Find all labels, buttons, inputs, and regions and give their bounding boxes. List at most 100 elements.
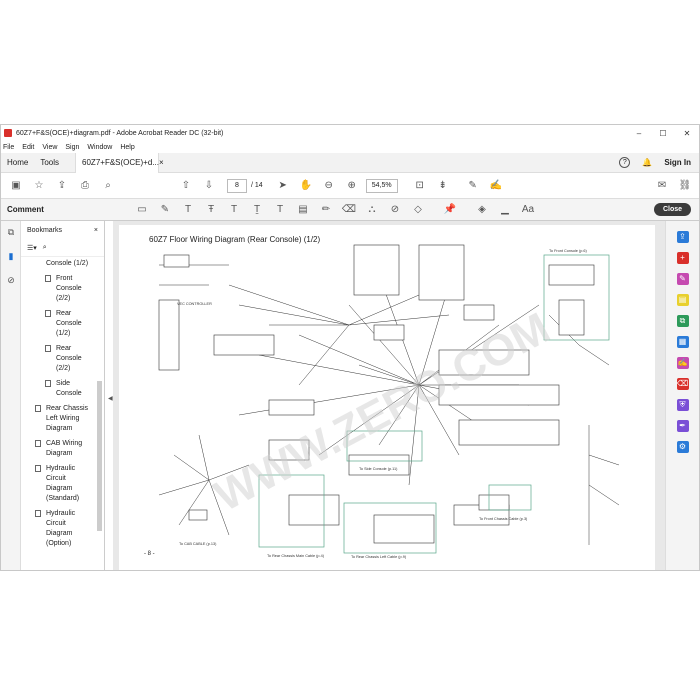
scroll-mode-icon[interactable]: ⇟	[435, 178, 451, 194]
sign-pen-icon[interactable]: ✍	[488, 178, 504, 194]
attachments-icon[interactable]: ⊘	[5, 275, 17, 287]
title-bar: 60Z7+F&S(OCE)+diagram.pdf - Adobe Acroba…	[1, 125, 699, 141]
send-for-signature-icon[interactable]: ✒	[676, 420, 689, 432]
close-comment-button[interactable]: Close	[653, 203, 691, 216]
bookmarks-panel-icon[interactable]: ▮	[5, 251, 17, 263]
maximize-button[interactable]: ☐	[651, 129, 675, 138]
bookmark-page-icon	[35, 405, 41, 412]
select-cursor-icon[interactable]: ➤	[275, 178, 291, 194]
redact-icon[interactable]: ⌫	[676, 378, 689, 390]
bookmark-label: Side Console	[56, 380, 82, 397]
combine-files-icon[interactable]: ⧉	[676, 315, 689, 327]
bookmark-page-icon	[35, 440, 41, 447]
left-navigation-rail: ⧉ ▮ ⊘	[1, 221, 21, 570]
bookmark-item[interactable]: Rear Chassis Left Wiring Diagram	[21, 404, 104, 434]
edit-pdf-icon[interactable]: ✎	[676, 273, 689, 285]
bookmark-item[interactable]: Side Console	[21, 379, 104, 399]
add-text-comment-icon[interactable]: T	[272, 202, 288, 218]
eraser-icon[interactable]: ⌫	[341, 202, 357, 218]
replace-text-icon[interactable]: T	[226, 202, 242, 218]
shapes-icon[interactable]: ◇	[410, 202, 426, 218]
insert-text-icon[interactable]: Ṯ	[249, 202, 265, 218]
hand-tool-icon[interactable]: ✋	[298, 178, 314, 194]
search-icon[interactable]: ⌕	[100, 178, 116, 194]
attach-file-icon[interactable]: ⊘	[387, 202, 403, 218]
tab-bar-right: ? 🔔 Sign In	[619, 157, 699, 168]
save-icon[interactable]: ▣	[8, 178, 24, 194]
menu-view[interactable]: View	[42, 144, 57, 151]
menu-edit[interactable]: Edit	[22, 144, 34, 151]
bookmark-options-icon[interactable]: ☰▾	[27, 244, 37, 252]
tab-home[interactable]: Home	[1, 153, 34, 173]
bookmark-item[interactable]: CAB Wiring Diagram	[21, 439, 104, 459]
cab-cable-label: To CAB CABLE (p.13)	[179, 542, 217, 546]
menu-window[interactable]: Window	[87, 144, 112, 151]
acrobat-window: 60Z7+F&S(OCE)+diagram.pdf - Adobe Acroba…	[0, 124, 700, 571]
export-pdf-icon[interactable]: ⇪	[676, 231, 689, 243]
comment-tool-icon[interactable]: ✎	[465, 178, 481, 194]
menu-help[interactable]: Help	[120, 144, 134, 151]
window-title: 60Z7+F&S(OCE)+diagram.pdf - Adobe Acroba…	[16, 129, 224, 137]
email-icon[interactable]: ✉	[654, 178, 670, 194]
menu-sign[interactable]: Sign	[65, 144, 79, 151]
bookmark-star-icon[interactable]: ☆	[31, 178, 47, 194]
protect-icon[interactable]: ⛨	[676, 399, 689, 411]
tab-close-icon[interactable]: ×	[159, 158, 164, 167]
bookmarks-close-icon[interactable]: ×	[94, 227, 98, 234]
strikethrough-text-icon[interactable]: Ŧ	[203, 202, 219, 218]
page-number-input[interactable]: 8	[227, 178, 247, 193]
collapse-panel-arrow-icon[interactable]: ◀	[108, 395, 113, 402]
upload-cloud-icon[interactable]: ⇪	[54, 178, 70, 194]
pin-icon[interactable]: 📌	[442, 202, 458, 218]
sign-in-button[interactable]: Sign In	[664, 158, 691, 167]
bookmark-label: Rear Chassis Left Wiring Diagram	[46, 405, 89, 432]
tab-document-label: 60Z7+F&S(OCE)+d...	[82, 158, 159, 167]
draw-pencil-icon[interactable]: ✏	[318, 202, 334, 218]
underline-text-icon[interactable]: T	[180, 202, 196, 218]
bookmark-item[interactable]: Hydraulic Circuit Diagram (Standard)	[21, 464, 104, 504]
fit-page-icon[interactable]: ⊡	[412, 178, 428, 194]
line-color-icon[interactable]: ▁	[497, 202, 513, 218]
more-tools-icon[interactable]: ⚙	[676, 441, 689, 453]
bookmark-label: Console (1/2)	[46, 260, 89, 267]
menu-bar: File Edit View Sign Window Help	[1, 141, 135, 153]
sticky-note-icon[interactable]: ▭	[134, 202, 150, 218]
font-size-icon[interactable]: Aa	[520, 202, 536, 218]
organize-pages-icon[interactable]: ▦	[676, 336, 689, 348]
page-number-footer: - 8 -	[144, 551, 155, 557]
create-pdf-icon[interactable]: +	[676, 252, 689, 264]
print-icon[interactable]: ⎙	[77, 178, 93, 194]
notification-bell-icon[interactable]: 🔔	[642, 158, 652, 167]
document-view[interactable]: 60Z7 Floor Wiring Diagram (Rear Console)…	[113, 221, 665, 570]
next-page-icon[interactable]: ⇩	[201, 178, 217, 194]
fill-sign-icon[interactable]: ✍	[676, 357, 689, 369]
bookmark-item[interactable]: Rear Console (1/2)	[21, 309, 104, 339]
bookmark-item[interactable]: Hydraulic Circuit Diagram (Option)	[21, 509, 104, 549]
color-fill-icon[interactable]: ◈	[474, 202, 490, 218]
bookmarks-scrollbar[interactable]	[97, 381, 102, 531]
bookmark-page-icon	[45, 380, 51, 387]
menu-file[interactable]: File	[3, 144, 14, 151]
pdf-page: 60Z7 Floor Wiring Diagram (Rear Console)…	[119, 225, 655, 570]
minimize-button[interactable]: –	[627, 129, 651, 138]
zoom-out-icon[interactable]: ⊖	[321, 178, 337, 194]
link-icon[interactable]: ⛓	[677, 178, 693, 194]
help-icon[interactable]: ?	[619, 157, 631, 168]
zoom-in-icon[interactable]: ⊕	[344, 178, 360, 194]
tab-document[interactable]: 60Z7+F&S(OCE)+d... ×	[75, 152, 164, 173]
bookmark-search-icon[interactable]: ⌕	[43, 244, 47, 252]
bookmark-item[interactable]: Rear Console (2/2)	[21, 344, 104, 374]
highlight-text-icon[interactable]: ✎	[157, 202, 173, 218]
stamp-icon[interactable]: ⛬	[364, 202, 380, 218]
text-box-icon[interactable]: ▤	[295, 202, 311, 218]
comment-toolbar: Comment ▭ ✎ T Ŧ T Ṯ T ▤ ✏ ⌫ ⛬ ⊘ ◇ 📌 ◈ ▁ …	[1, 199, 699, 221]
front-console-label: To Front Console (p.6)	[549, 249, 588, 253]
page-thumbnails-icon[interactable]: ⧉	[5, 227, 17, 239]
previous-page-icon[interactable]: ⇧	[178, 178, 194, 194]
close-window-button[interactable]: ✕	[675, 129, 699, 138]
comment-panel-icon[interactable]: ▤	[676, 294, 689, 306]
bookmark-item[interactable]: Front Console (2/2)	[21, 274, 104, 304]
tab-tools[interactable]: Tools	[34, 153, 65, 173]
zoom-level-select[interactable]: 54,5%	[365, 178, 398, 193]
bookmark-item[interactable]: Console (1/2)	[21, 259, 104, 269]
